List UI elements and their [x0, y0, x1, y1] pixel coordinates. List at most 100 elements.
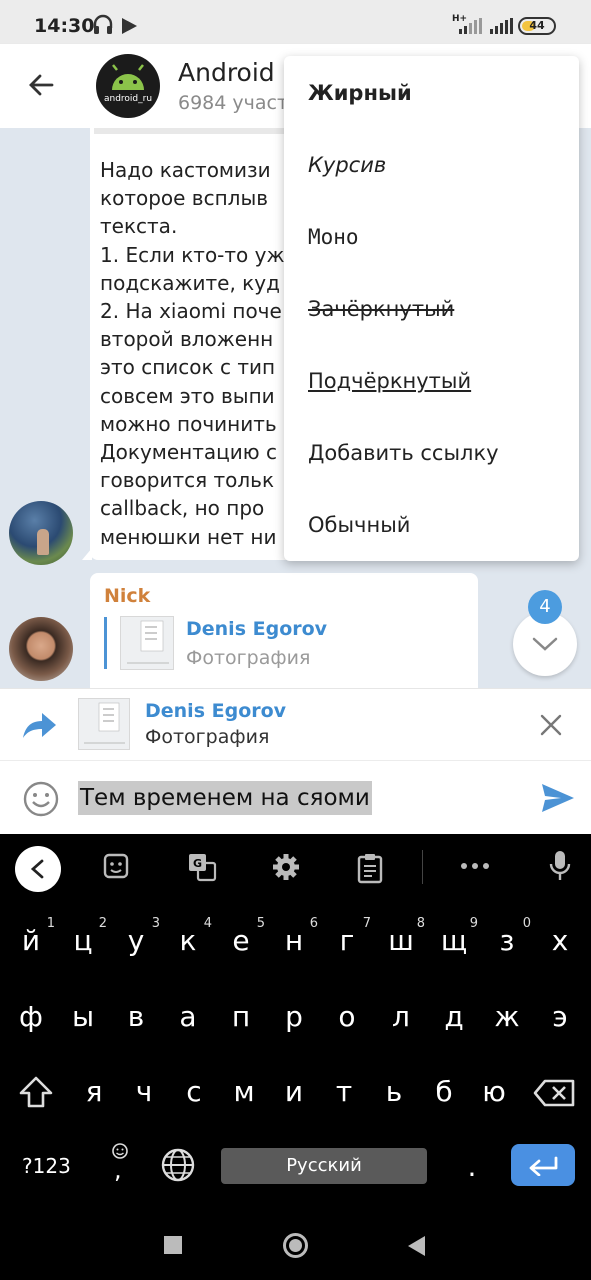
key[interactable]: з0 — [487, 916, 531, 957]
message-bubble-reply[interactable]: Nick Denis Egorov Фотография — [90, 573, 478, 688]
forward-panel: Denis Egorov Фотография — [0, 688, 591, 760]
key[interactable]: ч — [124, 1075, 164, 1108]
key[interactable]: т — [324, 1075, 364, 1108]
menu-item-bold[interactable]: Жирный — [308, 81, 412, 105]
avatar-logo-text: android_ru — [103, 94, 153, 104]
close-icon[interactable] — [540, 714, 562, 740]
quoted-content — [94, 128, 290, 134]
key-label: у — [127, 924, 145, 957]
message-text[interactable]: Надо кастомизи которое всплыв текста. 1.… — [100, 156, 285, 551]
comma-key[interactable]: , — [108, 1140, 132, 1184]
key-hint: 4 — [203, 916, 212, 931]
key[interactable]: у3 — [116, 916, 160, 957]
reply-thumbnail[interactable] — [120, 616, 174, 670]
key[interactable]: с — [174, 1075, 214, 1108]
microphone-icon[interactable] — [549, 850, 571, 882]
key[interactable]: ж — [487, 1000, 527, 1033]
message-author[interactable]: Nick — [104, 585, 150, 607]
message-composer: Тем временем на сяоми — [0, 760, 591, 834]
key-label: ц — [73, 924, 93, 957]
reply-type: Фотография — [186, 647, 311, 669]
key-hint: 0 — [522, 916, 531, 931]
key-hint: 1 — [46, 916, 55, 931]
clipboard-icon[interactable] — [356, 852, 384, 884]
menu-item-strikethrough[interactable]: Зачёркнутый — [308, 297, 454, 321]
globe-icon[interactable] — [161, 1148, 195, 1186]
key-label: ч — [135, 1075, 153, 1108]
key-label: х — [551, 924, 569, 957]
menu-item-regular[interactable]: Обычный — [308, 513, 410, 537]
avatar[interactable] — [9, 501, 73, 565]
menu-item-add-link[interactable]: Добавить ссылку — [308, 441, 499, 465]
key[interactable]: к4 — [168, 916, 212, 957]
reply-bar — [104, 617, 107, 669]
key[interactable]: н6 — [274, 916, 318, 957]
key[interactable]: л — [381, 1000, 421, 1033]
chat-title[interactable]: Android I — [178, 58, 290, 87]
key[interactable]: б — [424, 1075, 464, 1108]
key-label: э — [552, 1000, 568, 1033]
translate-icon[interactable]: G — [187, 852, 217, 882]
keyboard-back-button[interactable] — [15, 846, 61, 892]
back-button[interactable] — [408, 1236, 425, 1256]
key[interactable]: щ9 — [434, 916, 478, 957]
key[interactable]: ь — [374, 1075, 414, 1108]
numbers-key[interactable]: ?123 — [22, 1154, 71, 1178]
sticker-icon[interactable] — [102, 852, 130, 880]
chevron-down-icon — [532, 637, 558, 651]
home-button[interactable] — [283, 1233, 308, 1258]
menu-item-mono[interactable]: Моно — [308, 225, 359, 249]
group-avatar[interactable]: android_ru — [96, 54, 160, 118]
key-label: й — [21, 924, 41, 957]
send-icon[interactable] — [541, 783, 575, 817]
key-hint: 6 — [309, 916, 318, 931]
gear-icon[interactable] — [271, 852, 301, 882]
avatar[interactable] — [9, 617, 73, 681]
key[interactable]: п — [221, 1000, 261, 1033]
key-hint: 5 — [256, 916, 265, 931]
period-key[interactable]: . — [452, 1150, 492, 1183]
key[interactable]: э — [540, 1000, 580, 1033]
key[interactable]: р — [274, 1000, 314, 1033]
key[interactable]: и — [274, 1075, 314, 1108]
key-hint: 7 — [362, 916, 371, 931]
reply-author[interactable]: Denis Egorov — [186, 618, 327, 640]
unread-badge: 4 — [528, 590, 562, 624]
key-label: ы — [71, 1000, 95, 1033]
navigation-bar — [0, 1200, 591, 1280]
key[interactable]: д — [434, 1000, 474, 1033]
bubble-tail — [82, 548, 92, 560]
key[interactable]: ц2 — [63, 916, 107, 957]
shift-icon[interactable] — [19, 1076, 53, 1112]
key[interactable]: ф — [11, 1000, 51, 1033]
more-icon[interactable] — [460, 862, 490, 870]
menu-item-italic[interactable]: Курсив — [308, 153, 386, 177]
back-arrow-icon[interactable] — [26, 70, 56, 104]
backspace-icon[interactable] — [533, 1079, 575, 1111]
key[interactable]: в — [116, 1000, 156, 1033]
key[interactable]: о — [327, 1000, 367, 1033]
key[interactable]: ю — [474, 1075, 514, 1108]
key[interactable]: г7 — [327, 916, 371, 957]
key-label: л — [392, 1000, 410, 1033]
space-bar[interactable]: Русский — [221, 1148, 427, 1184]
key[interactable]: м — [224, 1075, 264, 1108]
menu-item-underline[interactable]: Подчёркнутый — [308, 369, 471, 393]
key[interactable]: й1 — [11, 916, 55, 957]
key[interactable]: я — [74, 1075, 114, 1108]
key[interactable]: ш8 — [381, 916, 425, 957]
key-hint: 8 — [416, 916, 425, 931]
key[interactable]: е5 — [221, 916, 265, 957]
enter-key[interactable] — [511, 1144, 575, 1186]
emoji-icon[interactable] — [23, 781, 59, 821]
avatar-figure — [37, 529, 49, 555]
signal-icon — [459, 18, 482, 34]
message-input[interactable]: Тем временем на сяоми — [78, 781, 372, 815]
key-label: а — [179, 1000, 197, 1033]
key[interactable]: а — [168, 1000, 208, 1033]
recents-button[interactable] — [164, 1236, 182, 1254]
key-label: г — [339, 924, 355, 957]
key-label: ф — [19, 1000, 43, 1033]
key[interactable]: ы — [63, 1000, 103, 1033]
key[interactable]: х — [540, 924, 580, 957]
